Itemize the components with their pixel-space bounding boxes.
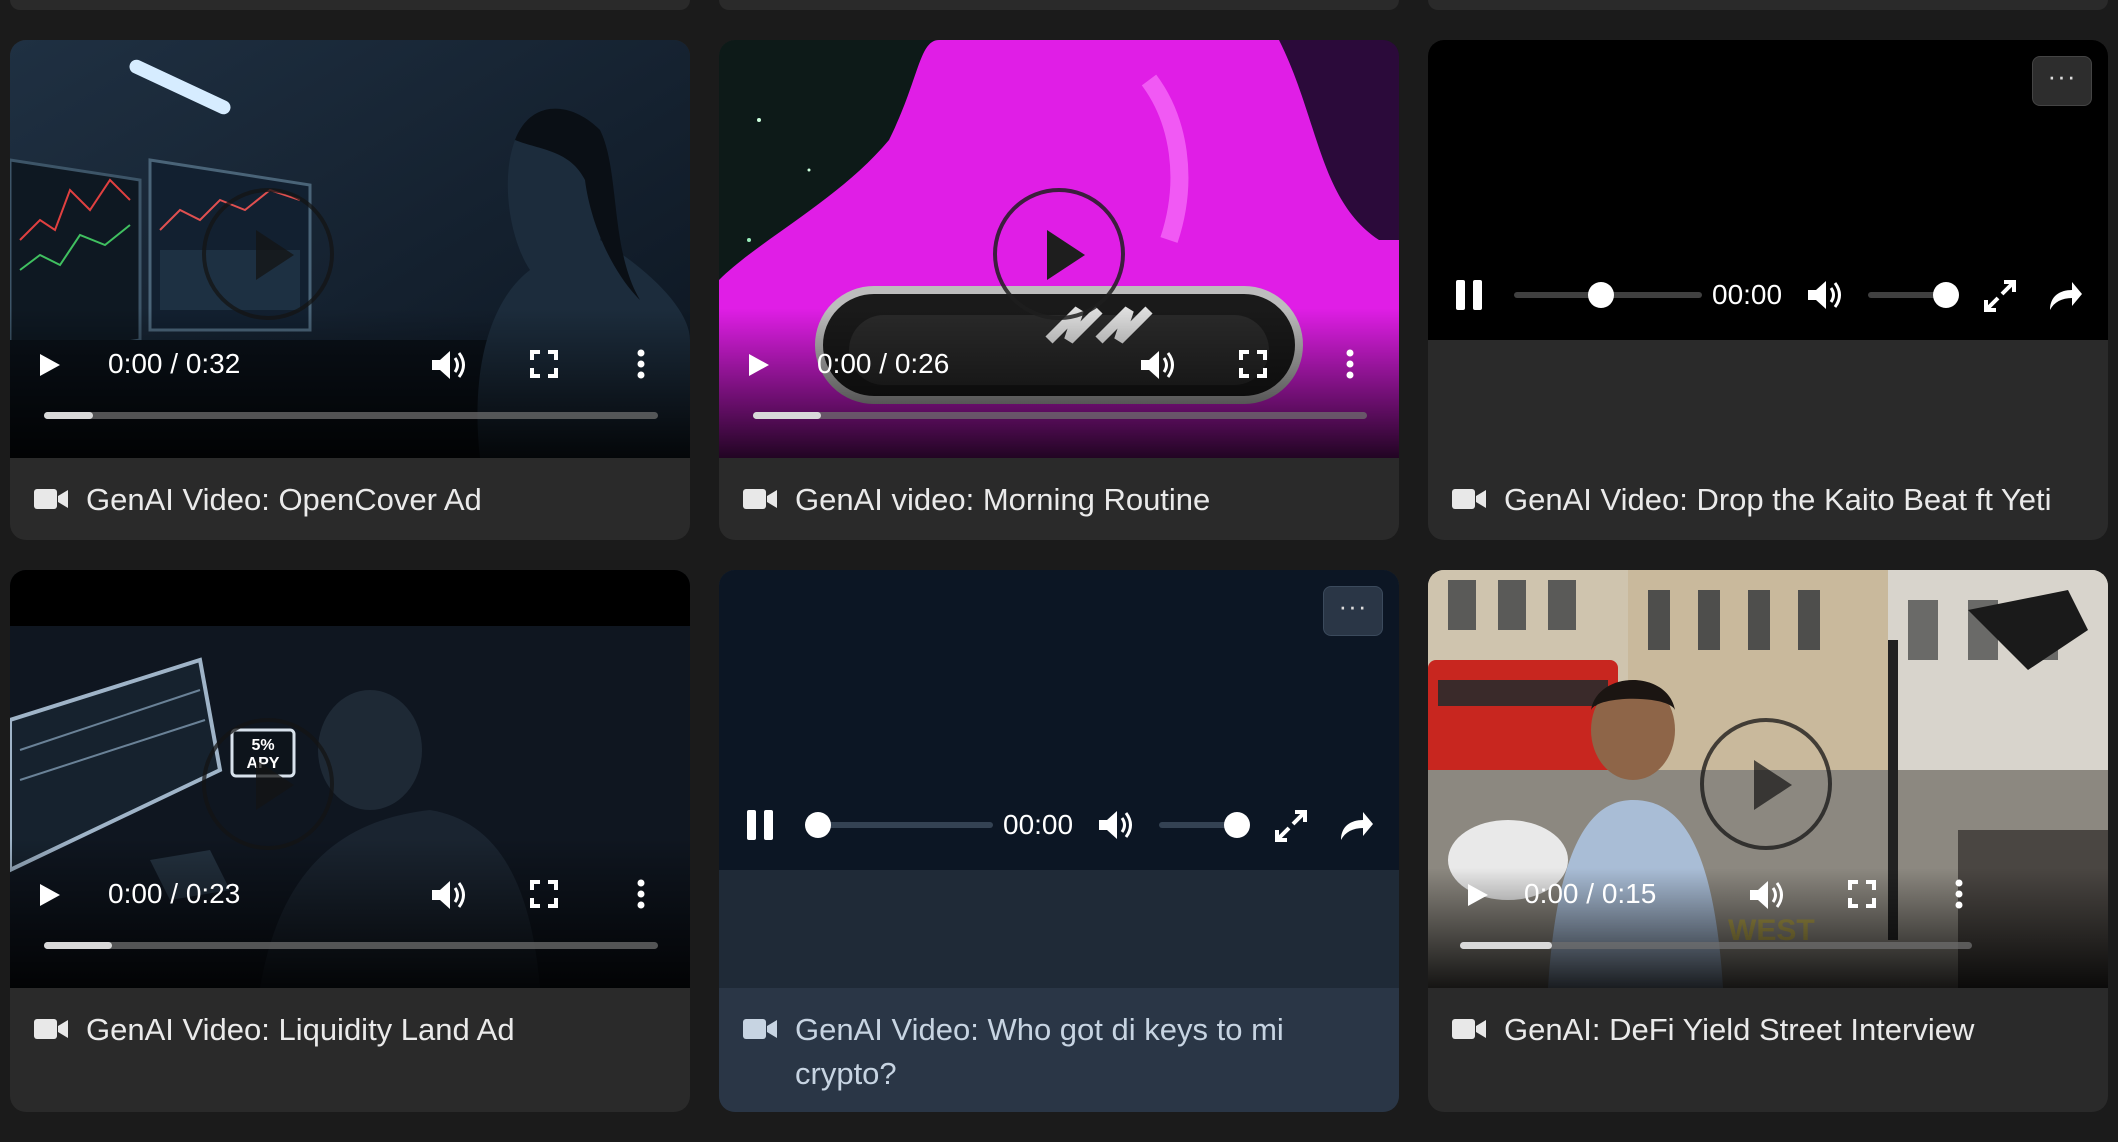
volume-icon[interactable] bbox=[1806, 278, 1846, 312]
volume-icon[interactable] bbox=[1748, 878, 1784, 912]
share-icon[interactable] bbox=[1337, 810, 1375, 842]
progress-bar[interactable] bbox=[753, 412, 1367, 419]
video-card-defi-yield[interactable]: WEST 0:00 / 0:15 GenAI: DeFi Yield Stree… bbox=[1428, 570, 2108, 1112]
play-icon[interactable] bbox=[34, 350, 64, 380]
volume-icon[interactable] bbox=[430, 878, 466, 912]
video-camera-icon bbox=[34, 489, 68, 509]
share-icon[interactable] bbox=[2046, 280, 2084, 312]
play-icon bbox=[1754, 760, 1792, 810]
controls-gradient bbox=[719, 308, 1399, 458]
time-display: 00:00 bbox=[1003, 809, 1074, 840]
video-card-morning-routine[interactable]: 0:00 / 0:26 GenAI video: Morning Routine bbox=[719, 40, 1399, 540]
video-card-who-got-di-keys[interactable]: ··· 00:00 GenAI Video: Who got di keys t… bbox=[719, 570, 1399, 1112]
video-player[interactable]: WEST 0:00 / 0:15 bbox=[1428, 570, 2108, 988]
video-title[interactable]: GenAI Video: Liquidity Land Ad bbox=[86, 1008, 666, 1052]
controls-gradient bbox=[10, 838, 690, 988]
video-title[interactable]: GenAI Video: Drop the Kaito Beat ft Yeti bbox=[1504, 478, 2084, 522]
big-play-button[interactable] bbox=[993, 188, 1125, 320]
video-title[interactable]: GenAI video: Morning Routine bbox=[795, 478, 1375, 522]
volume-icon[interactable] bbox=[430, 348, 466, 382]
video-camera-icon bbox=[743, 489, 777, 509]
time-display: 0:00 / 0:26 bbox=[817, 348, 950, 379]
buffered-fill bbox=[44, 412, 94, 419]
time-display: 0:00 / 0:23 bbox=[108, 878, 241, 909]
more-vertical-icon[interactable] bbox=[1343, 348, 1357, 380]
video-player[interactable]: 0:00 / 0:32 bbox=[10, 40, 690, 458]
fullscreen-icon[interactable] bbox=[1848, 880, 1876, 908]
expand-icon[interactable] bbox=[1982, 278, 2018, 314]
seek-bar[interactable] bbox=[805, 822, 993, 828]
video-player[interactable]: 5% APY 0:00 / 0:23 bbox=[10, 570, 690, 988]
more-options-button[interactable]: ··· bbox=[1323, 586, 1383, 636]
video-card-opencover[interactable]: 0:00 / 0:32 GenAI Video: OpenCover Ad bbox=[10, 40, 690, 540]
previous-row-strip bbox=[10, 0, 690, 10]
big-play-button[interactable] bbox=[1700, 718, 1832, 850]
play-icon bbox=[256, 760, 294, 810]
card-footer: GenAI video: Morning Routine bbox=[719, 458, 1399, 540]
video-title[interactable]: GenAI Video: Who got di keys to mi crypt… bbox=[795, 1008, 1375, 1096]
video-player[interactable]: 0:00 / 0:26 bbox=[719, 40, 1399, 458]
pause-icon[interactable] bbox=[1454, 278, 1484, 312]
play-icon bbox=[1047, 230, 1085, 280]
progress-bar[interactable] bbox=[44, 942, 658, 949]
previous-row-strip bbox=[719, 0, 1399, 10]
video-player[interactable]: ··· 00:00 bbox=[1428, 40, 2108, 458]
previous-row-strip bbox=[1428, 0, 2108, 10]
big-play-button[interactable] bbox=[202, 718, 334, 850]
progress-bar[interactable] bbox=[44, 412, 658, 419]
big-play-button[interactable] bbox=[202, 188, 334, 320]
card-footer: GenAI Video: Who got di keys to mi crypt… bbox=[719, 988, 1399, 1112]
expand-icon[interactable] bbox=[1273, 808, 1309, 844]
volume-icon[interactable] bbox=[1139, 348, 1175, 382]
time-display: 0:00 / 0:32 bbox=[108, 348, 241, 379]
card-footer: GenAI: DeFi Yield Street Interview bbox=[1428, 988, 2108, 1112]
video-camera-icon bbox=[743, 1019, 777, 1039]
more-vertical-icon[interactable] bbox=[634, 348, 648, 380]
video-title[interactable]: GenAI: DeFi Yield Street Interview bbox=[1504, 1008, 2084, 1052]
seek-thumb[interactable] bbox=[1588, 282, 1614, 308]
controls-gradient bbox=[10, 308, 690, 458]
card-footer: GenAI Video: Liquidity Land Ad bbox=[10, 988, 690, 1112]
time-display: 0:00 / 0:15 bbox=[1524, 878, 1657, 909]
buffered-fill bbox=[1460, 942, 1553, 949]
video-card-kaito-beat[interactable]: ··· 00:00 GenAI Video: Drop the Kaito Be… bbox=[1428, 40, 2108, 540]
fullscreen-icon[interactable] bbox=[530, 880, 558, 908]
video-camera-icon bbox=[1452, 489, 1486, 509]
more-vertical-icon[interactable] bbox=[634, 878, 648, 910]
video-player[interactable]: ··· 00:00 bbox=[719, 570, 1399, 988]
video-camera-icon bbox=[1452, 1019, 1486, 1039]
play-icon[interactable] bbox=[34, 880, 64, 910]
time-display: 00:00 bbox=[1712, 279, 1783, 310]
more-options-button[interactable]: ··· bbox=[2032, 56, 2092, 106]
pause-icon[interactable] bbox=[745, 808, 775, 842]
volume-icon[interactable] bbox=[1097, 808, 1137, 842]
card-footer: GenAI Video: OpenCover Ad bbox=[10, 458, 690, 540]
progress-bar[interactable] bbox=[1460, 942, 1972, 949]
volume-thumb[interactable] bbox=[1933, 282, 1959, 308]
buffered-fill bbox=[44, 942, 112, 949]
play-icon[interactable] bbox=[743, 350, 773, 380]
more-vertical-icon[interactable] bbox=[1952, 878, 1966, 910]
video-camera-icon bbox=[34, 1019, 68, 1039]
card-footer: GenAI Video: Drop the Kaito Beat ft Yeti bbox=[1428, 458, 2108, 540]
buffered-fill bbox=[753, 412, 821, 419]
video-title[interactable]: GenAI Video: OpenCover Ad bbox=[86, 478, 666, 522]
volume-thumb[interactable] bbox=[1224, 812, 1250, 838]
video-card-liquidity-land[interactable]: 5% APY 0:00 / 0:23 GenAI Video: Liquidit… bbox=[10, 570, 690, 1112]
play-icon bbox=[256, 230, 294, 280]
fullscreen-icon[interactable] bbox=[1239, 350, 1267, 378]
seek-thumb[interactable] bbox=[805, 812, 831, 838]
fullscreen-icon[interactable] bbox=[530, 350, 558, 378]
play-icon[interactable] bbox=[1462, 880, 1492, 910]
